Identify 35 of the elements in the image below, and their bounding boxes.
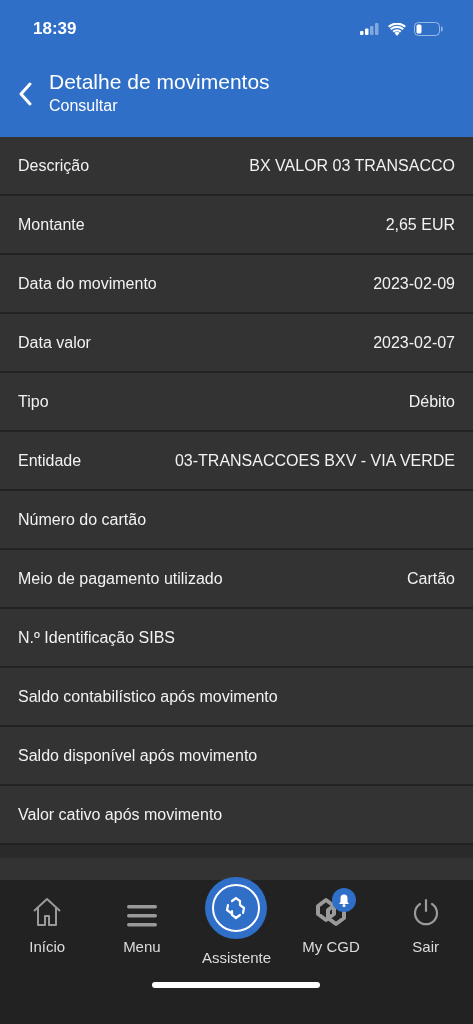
field-label: Entidade <box>18 450 82 471</box>
field-value: BX VALOR 03 TRANSACCO <box>249 155 455 176</box>
field-label: Montante <box>18 214 85 235</box>
page-subtitle: Consultar <box>49 96 119 117</box>
field-value: Débito <box>408 391 455 412</box>
field-label: Saldo disponível após movimento <box>18 745 258 766</box>
tab-label[interactable]: Assistente <box>201 947 272 970</box>
wifi-icon <box>388 22 406 36</box>
tab-label[interactable]: Menu <box>123 936 161 959</box>
field-label: Data valor <box>18 332 91 353</box>
logo-icon[interactable] <box>314 896 349 928</box>
signal-icon <box>360 23 380 35</box>
field-label: Tipo <box>18 391 49 412</box>
notification-bell-icon <box>332 888 357 913</box>
tab-label[interactable]: Sair <box>412 936 439 959</box>
field-value: Cartão <box>406 568 455 589</box>
field-label: Número do cartão <box>18 509 147 530</box>
field-label: Saldo contabilístico após movimento <box>18 686 278 707</box>
battery-icon <box>414 22 443 36</box>
power-icon[interactable] <box>411 898 440 928</box>
field-value: 2023-02-07 <box>373 332 455 353</box>
field-label: Valor cativo após movimento <box>18 804 223 825</box>
tab-label[interactable]: My CGD <box>302 936 360 959</box>
field-label: Descrição <box>18 155 90 176</box>
field-value: 2,65 EUR <box>385 214 455 235</box>
back-icon[interactable] <box>18 82 33 107</box>
field-value: 2023-02-09 <box>373 273 455 294</box>
status-time: 18:39 <box>33 18 77 41</box>
page-title: Detalhe de movimentos <box>49 70 270 95</box>
field-label: Meio de pagamento utilizado <box>18 568 223 589</box>
menu-icon[interactable] <box>126 904 157 928</box>
field-label: Data do movimento <box>18 273 157 294</box>
field-value: 03-TRANSACCOES BXV - VIA VERDE <box>174 450 455 471</box>
field-label: N.º Identificação SIBS <box>18 627 176 648</box>
tab-label[interactable]: Início <box>29 936 66 959</box>
